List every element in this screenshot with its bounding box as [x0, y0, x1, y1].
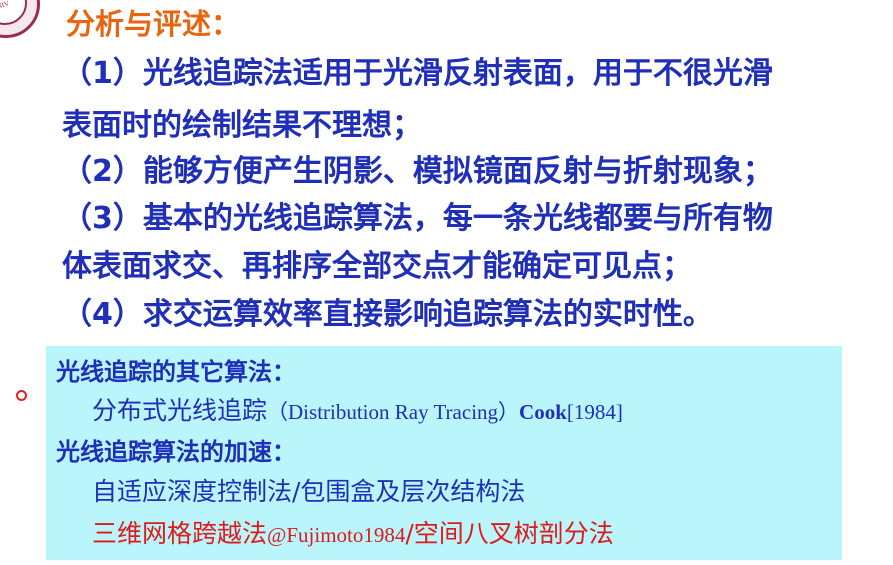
other-algorithms-title: 光线追踪的其它算法： — [56, 358, 296, 386]
distributed-en: （Distribution Ray Tracing） — [267, 400, 520, 424]
university-logo: ONG UNIV — [0, 0, 40, 38]
grid-traversal-item: 三维网格跨越法@Fujimoto1984/空间八叉树剖分法 — [92, 517, 614, 552]
adaptive-depth-item: 自适应深度控制法/包围盒及层次结构法 — [92, 477, 526, 506]
bullet-dot-icon — [16, 390, 27, 401]
distributed-author: Cook — [519, 400, 567, 424]
grid-ref: @Fujimoto1984 — [267, 523, 406, 547]
point-3-line-2: 体表面求交、再排序全部交点才能确定可见点； — [62, 249, 692, 284]
point-4: （4）求交运算效率直接影响追踪算法的实时性。 — [62, 297, 713, 332]
point-3-line-1: （3）基本的光线追踪算法，每一条光线都要与所有物 — [62, 201, 773, 236]
point-1-line-1: （1）光线追踪法适用于光滑反射表面，用于不很光滑 — [62, 56, 773, 91]
acceleration-title: 光线追踪算法的加速： — [56, 438, 296, 466]
point-1-line-2: 表面时的绘制结果不理想； — [62, 108, 422, 143]
distributed-cn: 分布式光线追踪 — [92, 396, 268, 425]
section-heading: 分析与评述： — [66, 7, 241, 41]
point-2: （2）能够方便产生阴影、模拟镜面反射与折射现象； — [62, 154, 773, 189]
grid-cn-1: 三维网格跨越法 — [92, 519, 268, 548]
grid-cn-2: /空间八叉树剖分法 — [405, 519, 614, 548]
distributed-year: [1984] — [566, 400, 623, 424]
distributed-ray-tracing-item: 分布式光线追踪（Distribution Ray Tracing）Cook[19… — [92, 394, 623, 429]
